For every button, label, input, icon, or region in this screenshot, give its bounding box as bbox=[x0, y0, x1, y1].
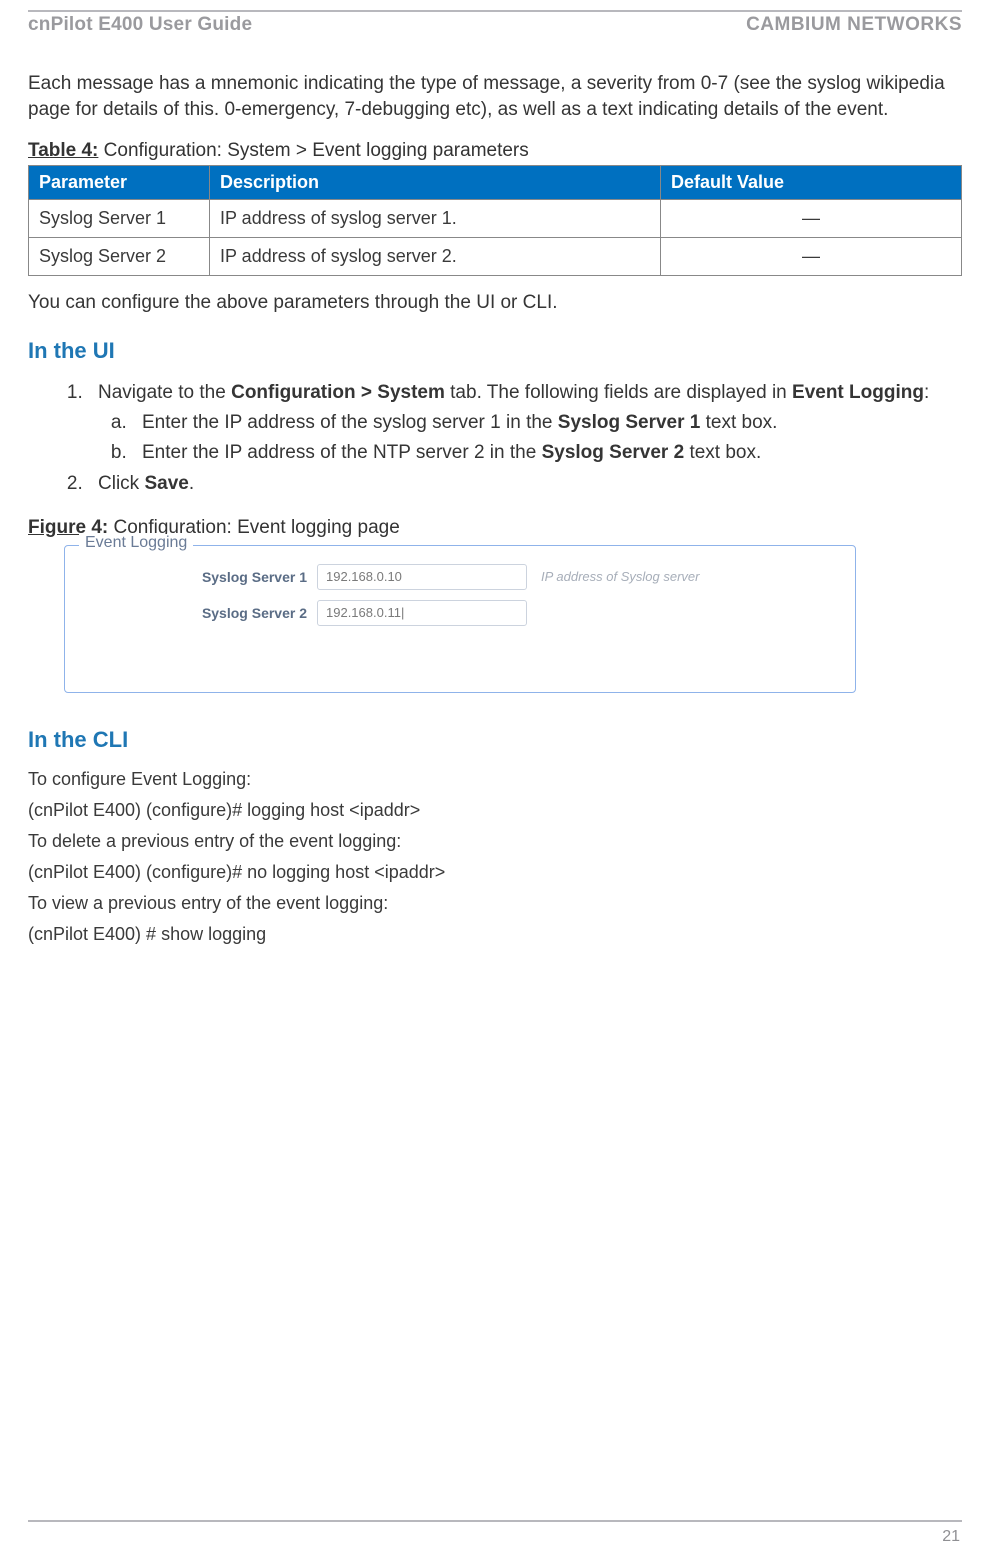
after-table-paragraph: You can configure the above parameters t… bbox=[28, 292, 962, 314]
event-logging-screenshot: Event Logging Syslog Server 1 192.168.0.… bbox=[64, 545, 856, 693]
syslog-server-2-input[interactable]: 192.168.0.11| bbox=[317, 600, 527, 626]
step-1: Navigate to the Configuration > System t… bbox=[88, 380, 962, 465]
step-2: Click Save. bbox=[88, 471, 962, 497]
table-caption-prefix: Table 4: bbox=[28, 140, 98, 161]
cli-line: (cnPilot E400) (configure)# no logging h… bbox=[28, 862, 962, 883]
steps-list: Navigate to the Configuration > System t… bbox=[28, 380, 962, 497]
parameters-table: Parameter Description Default Value Sysl… bbox=[28, 165, 962, 276]
step-1a: Enter the IP address of the syslog serve… bbox=[132, 410, 962, 436]
cli-line: (cnPilot E400) (configure)# logging host… bbox=[28, 800, 962, 821]
col-param: Parameter bbox=[29, 166, 210, 200]
cli-line: To view a previous entry of the event lo… bbox=[28, 893, 962, 914]
syslog-server-1-row: Syslog Server 1 192.168.0.10 IP address … bbox=[177, 564, 855, 590]
syslog-server-1-label: Syslog Server 1 bbox=[177, 569, 307, 585]
cell-desc: IP address of syslog server 2. bbox=[210, 238, 661, 276]
cell-desc: IP address of syslog server 1. bbox=[210, 200, 661, 238]
substeps-list: Enter the IP address of the syslog serve… bbox=[98, 410, 962, 465]
syslog-server-2-row: Syslog Server 2 192.168.0.11| bbox=[177, 600, 855, 626]
cli-line: To configure Event Logging: bbox=[28, 769, 962, 790]
syslog-server-hint: IP address of Syslog server bbox=[541, 569, 699, 584]
in-the-cli-heading: In the CLI bbox=[28, 727, 962, 753]
table-row: Syslog Server 2 IP address of syslog ser… bbox=[29, 238, 962, 276]
header-left: cnPilot E400 User Guide bbox=[28, 14, 252, 36]
cli-block: To configure Event Logging: (cnPilot E40… bbox=[28, 769, 962, 945]
header-right: CAMBIUM NETWORKS bbox=[746, 14, 962, 36]
intro-paragraph: Each message has a mnemonic indicating t… bbox=[28, 71, 962, 122]
cell-param: Syslog Server 1 bbox=[29, 200, 210, 238]
syslog-server-1-input[interactable]: 192.168.0.10 bbox=[317, 564, 527, 590]
footer-rule bbox=[28, 1520, 962, 1522]
in-the-ui-heading: In the UI bbox=[28, 338, 962, 364]
page-number: 21 bbox=[942, 1528, 960, 1546]
document-page: cnPilot E400 User Guide CAMBIUM NETWORKS… bbox=[0, 0, 990, 1558]
table-caption: Table 4: Configuration: System > Event l… bbox=[28, 140, 962, 162]
col-desc: Description bbox=[210, 166, 661, 200]
header-bar: cnPilot E400 User Guide CAMBIUM NETWORKS bbox=[28, 10, 962, 36]
cell-def: — bbox=[661, 200, 962, 238]
table-row: Syslog Server 1 IP address of syslog ser… bbox=[29, 200, 962, 238]
col-def: Default Value bbox=[661, 166, 962, 200]
cell-param: Syslog Server 2 bbox=[29, 238, 210, 276]
syslog-server-2-label: Syslog Server 2 bbox=[177, 605, 307, 621]
step-1b: Enter the IP address of the NTP server 2… bbox=[132, 440, 962, 466]
fieldset-legend: Event Logging bbox=[79, 534, 193, 552]
table-caption-rest: Configuration: System > Event logging pa… bbox=[98, 140, 528, 161]
table-header-row: Parameter Description Default Value bbox=[29, 166, 962, 200]
cli-line: (cnPilot E400) # show logging bbox=[28, 924, 962, 945]
cli-line: To delete a previous entry of the event … bbox=[28, 831, 962, 852]
cell-def: — bbox=[661, 238, 962, 276]
